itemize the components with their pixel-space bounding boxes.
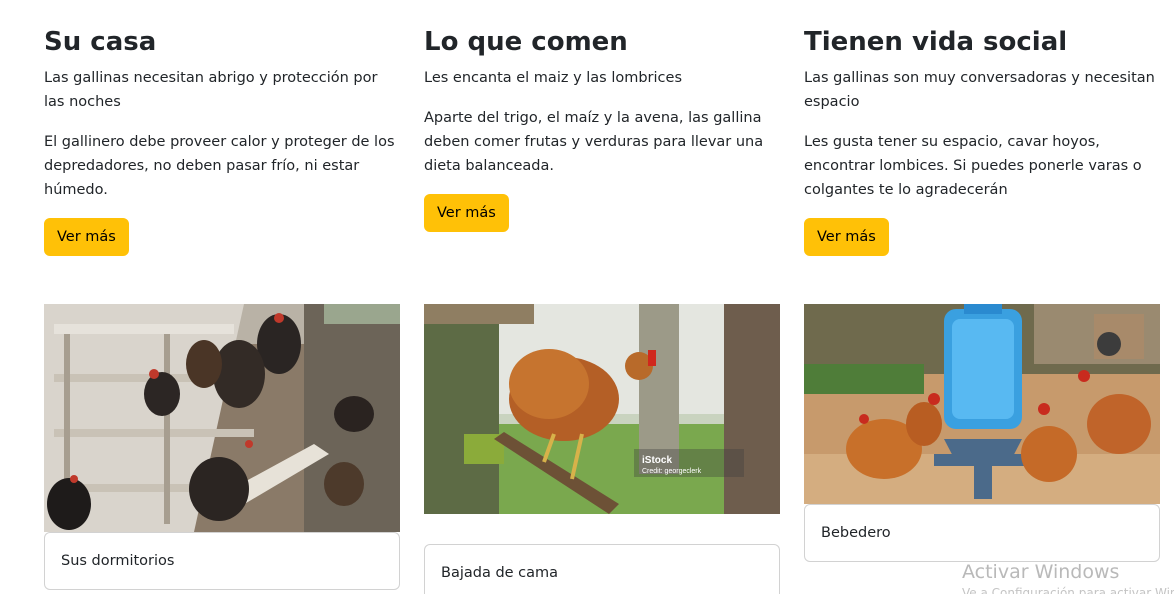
hen-on-ramp-image: iStock Credit: georgeclerk xyxy=(424,304,780,514)
column-title: Lo que comen xyxy=(424,27,628,57)
column-title: Su casa xyxy=(44,27,157,57)
column-lead: Las gallinas son muy conversadoras y nec… xyxy=(804,70,1155,110)
column-body: Les gusta tener su espacio, cavar hoyos,… xyxy=(804,134,1142,198)
image-caption: Bebedero xyxy=(804,504,1160,562)
column-lead: Las gallinas necesitan abrigo y protecci… xyxy=(44,70,378,110)
ver-mas-button[interactable]: Ver más xyxy=(804,218,889,256)
ver-mas-button[interactable]: Ver más xyxy=(424,194,509,232)
column-body: Aparte del trigo, el maíz y la avena, la… xyxy=(424,110,764,174)
column-title: Tienen vida social xyxy=(804,27,1068,57)
column-lead: Les encanta el maiz y las lombrices xyxy=(424,70,682,86)
windows-activation-subtitle: Ve a Configuración para activar Windows. xyxy=(962,586,1174,594)
image-caption: Sus dormitorios xyxy=(44,532,400,590)
ver-mas-button[interactable]: Ver más xyxy=(44,218,129,256)
water-dispenser-image xyxy=(804,304,1160,504)
windows-activation-watermark: Activar Windows xyxy=(962,561,1120,583)
column-body: El gallinero debe proveer calor y proteg… xyxy=(44,134,395,198)
chicken-coop-image xyxy=(44,304,400,532)
image-caption: Bajada de cama xyxy=(424,544,780,594)
istock-watermark: iStock xyxy=(642,455,672,466)
istock-credit: Credit: georgeclerk xyxy=(642,468,702,475)
